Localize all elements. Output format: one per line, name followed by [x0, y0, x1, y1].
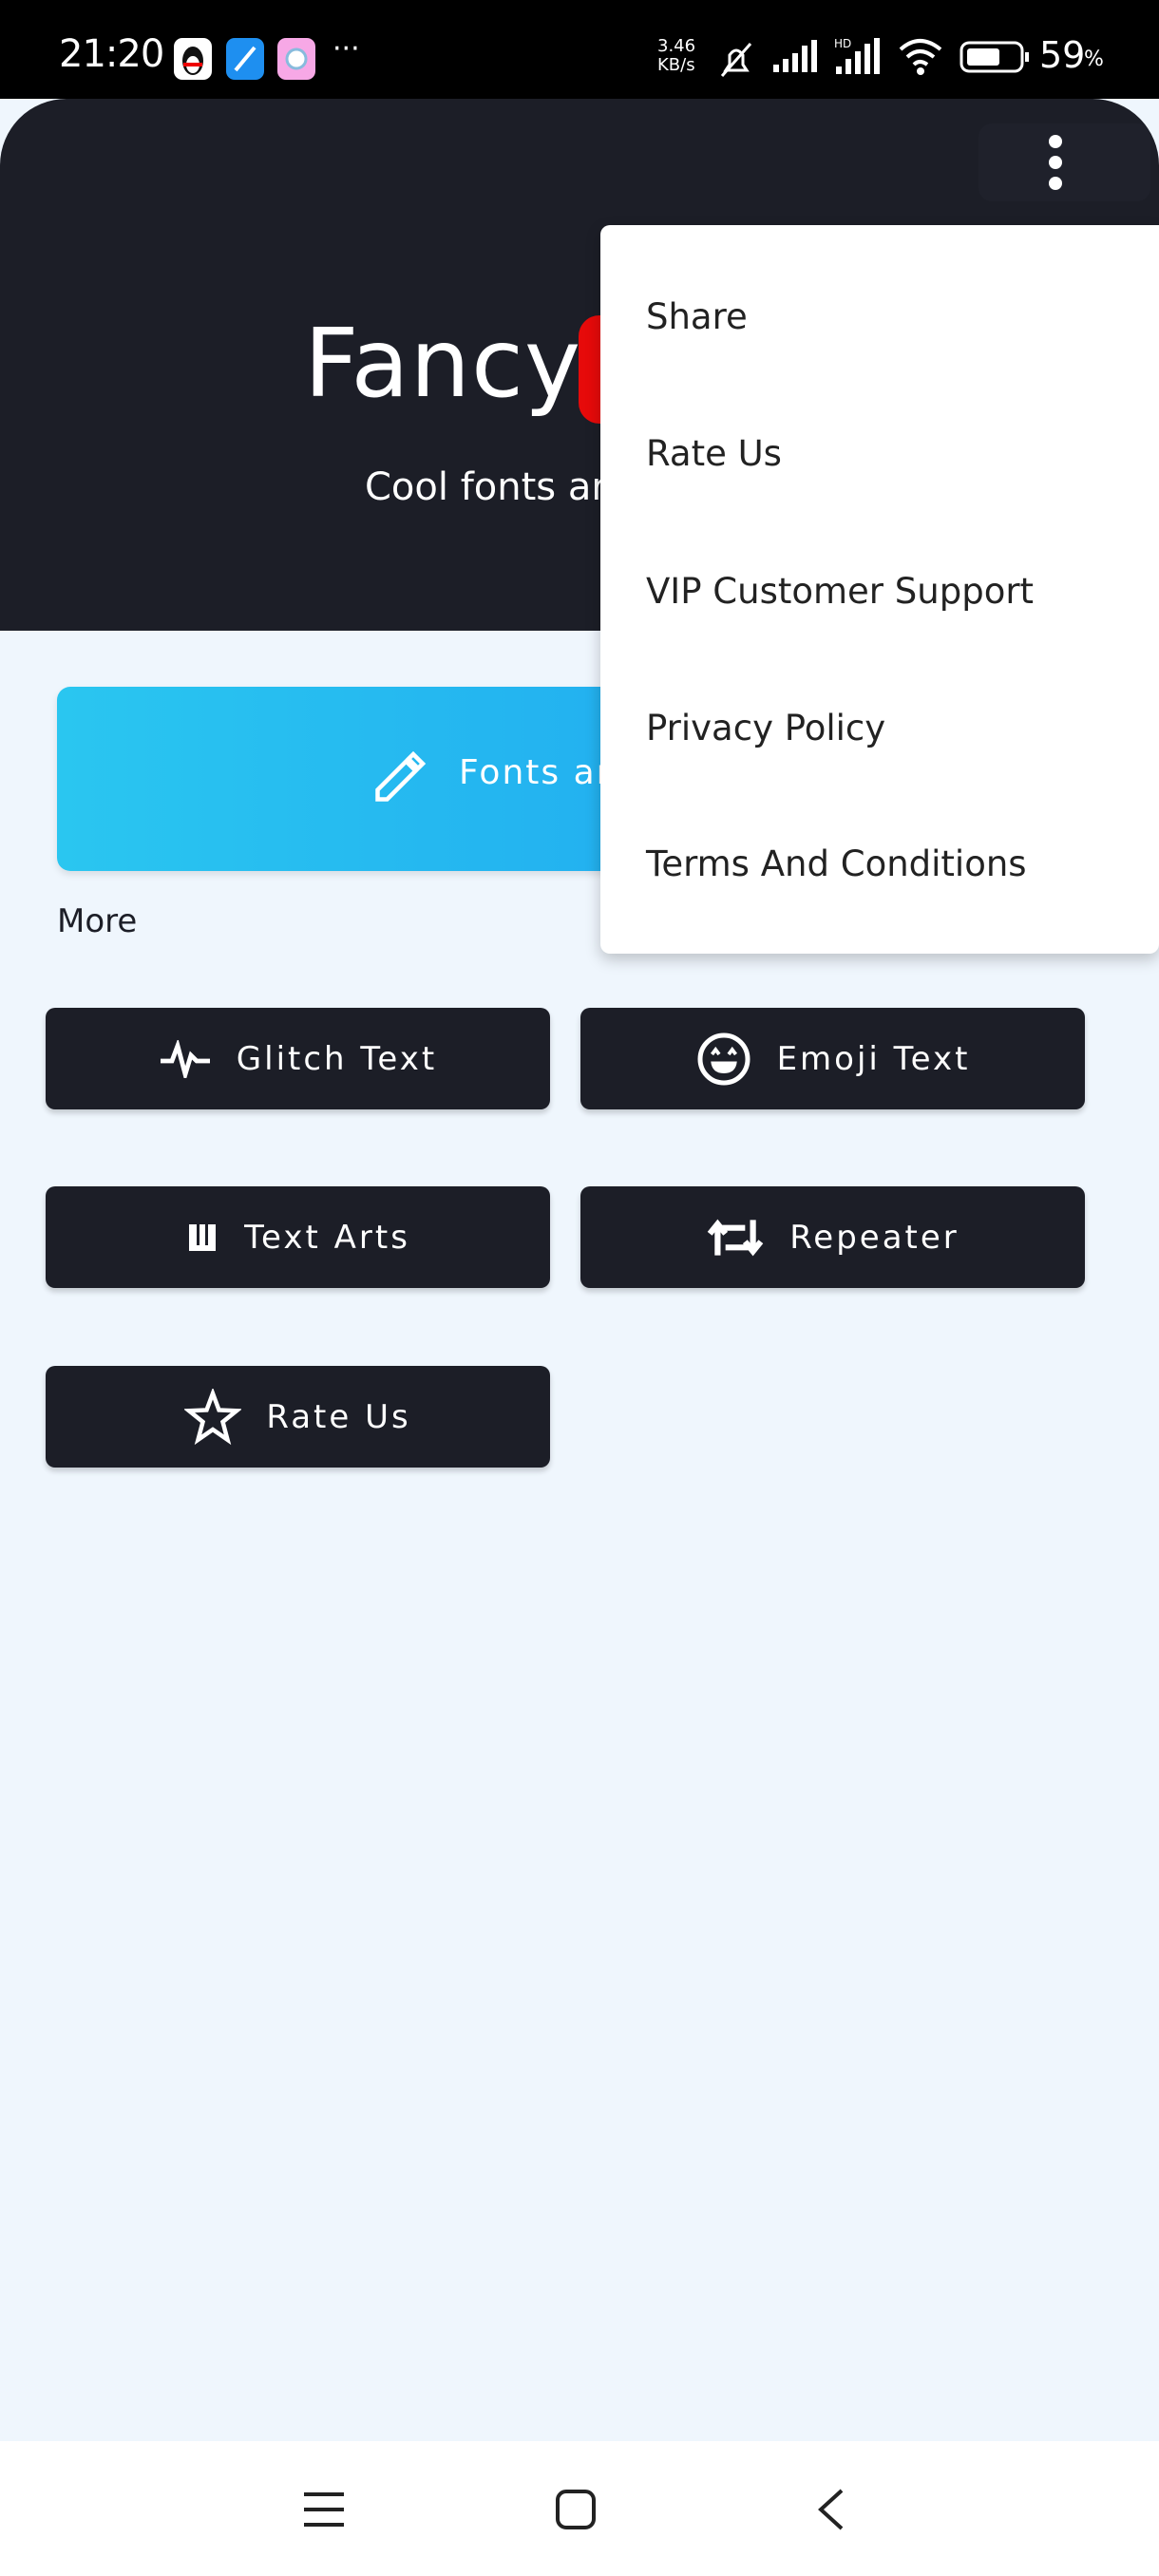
pulse-icon: [160, 1039, 210, 1078]
button-label: Rate Us: [266, 1397, 411, 1436]
menu-item-vip-support[interactable]: VIP Customer Support: [646, 563, 1140, 620]
more-vert-icon-dot: [1049, 177, 1062, 190]
section-label-more: More: [57, 902, 138, 940]
more-vert-icon-dot: [1049, 156, 1062, 169]
emoji-text-button[interactable]: Emoji Text: [580, 1008, 1085, 1109]
home-nav-icon[interactable]: [555, 2489, 597, 2530]
more-options-button[interactable]: [978, 123, 1150, 201]
smiley-icon: [697, 1032, 750, 1085]
net-speed-unit: KB/s: [657, 55, 695, 75]
pencil-icon: [375, 750, 427, 802]
status-bar: 21:20 ··· 3.46 KB/s HD 59 %: [0, 0, 1159, 99]
qq-app-icon: [174, 38, 212, 80]
mute-icon: [720, 43, 752, 77]
battery-percent: 59: [1039, 34, 1086, 76]
back-nav-icon[interactable]: [813, 2487, 847, 2532]
signal-icon: [773, 40, 817, 72]
wifi-icon: [899, 39, 942, 75]
browser-app-icon: [226, 38, 264, 80]
app-title: Fancy: [304, 308, 582, 419]
net-speed-value: 3.46: [657, 36, 696, 56]
camera-app-icon: [277, 38, 315, 80]
svg-text:HD: HD: [834, 37, 851, 50]
fonts-button-label: Fonts ar: [459, 753, 613, 792]
rate-us-button[interactable]: Rate Us: [46, 1366, 550, 1468]
app-subtitle: Cool fonts ar: [365, 465, 607, 509]
more-vert-icon: [1049, 135, 1062, 148]
glitch-text-button[interactable]: Glitch Text: [46, 1008, 550, 1109]
menu-item-privacy-policy[interactable]: Privacy Policy: [646, 700, 1140, 757]
button-label: Text Arts: [244, 1218, 410, 1257]
clock: 21:20: [59, 32, 164, 76]
overflow-menu: Share Rate Us VIP Customer Support Priva…: [600, 225, 1159, 954]
repeat-icon: [707, 1219, 764, 1256]
more-notifications: ···: [332, 32, 360, 66]
repeater-button[interactable]: Repeater: [580, 1186, 1085, 1288]
menu-item-terms[interactable]: Terms And Conditions: [646, 836, 1140, 893]
menu-nav-icon[interactable]: [302, 2489, 346, 2530]
button-label: Emoji Text: [776, 1039, 971, 1078]
battery-unit: %: [1084, 47, 1104, 71]
w-letter-icon: [189, 1223, 217, 1251]
signal-hd-icon: HD: [834, 37, 880, 74]
text-arts-button[interactable]: Text Arts: [46, 1186, 550, 1288]
button-label: Repeater: [789, 1218, 960, 1257]
navigation-bar: [0, 2441, 1159, 2576]
star-icon: [184, 1388, 242, 1445]
menu-item-share[interactable]: Share: [646, 289, 1140, 346]
button-label: Glitch Text: [236, 1039, 438, 1078]
menu-item-rate-us[interactable]: Rate Us: [646, 426, 1140, 483]
battery-icon: [960, 41, 1029, 73]
